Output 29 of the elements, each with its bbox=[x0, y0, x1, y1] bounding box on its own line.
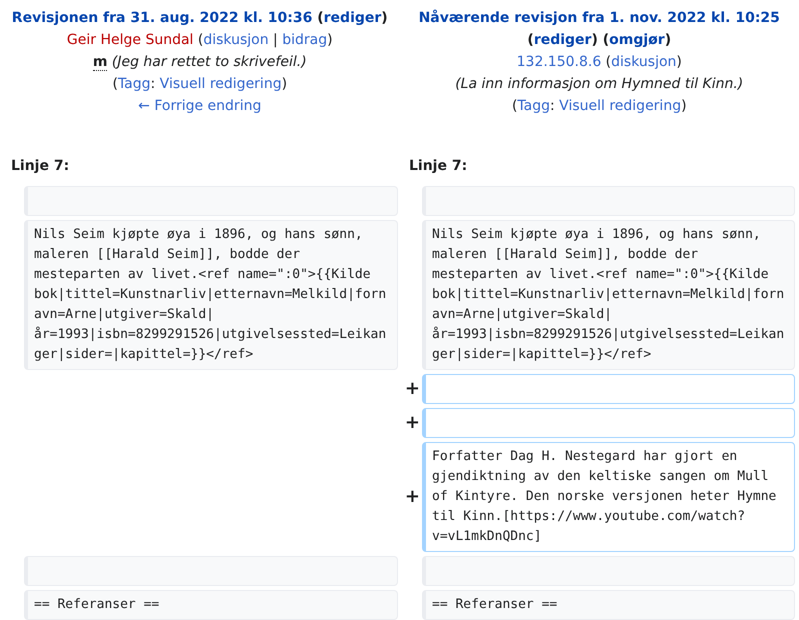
author-line: 132.150.8.6 (diskusjon) bbox=[516, 53, 682, 72]
line-number-heading: Linje 7: bbox=[409, 158, 468, 174]
page-link[interactable]: ← Forrige endring bbox=[138, 98, 262, 114]
minor-edit-mark: m bbox=[92, 54, 108, 71]
diff-marker: + bbox=[404, 487, 420, 507]
page-link[interactable]: diskusjon bbox=[203, 32, 269, 48]
page-link[interactable]: Visuell redigering bbox=[160, 76, 282, 92]
tag-line: (Tagg: Visuell redigering) bbox=[112, 75, 288, 94]
revision-heading: Nåværende revisjon fra 1. nov. 2022 kl. 10:25 (rediger) (omgjør) bbox=[418, 8, 781, 50]
page-link[interactable]: Nåværende revisjon fra 1. nov. 2022 kl. 10:25 bbox=[418, 10, 780, 26]
diff-marker: + bbox=[404, 413, 420, 433]
page-link[interactable]: diskusjon bbox=[611, 54, 676, 70]
page-link[interactable]: Tagg bbox=[517, 98, 550, 114]
missing-page-link[interactable]: Geir Helge Sundal bbox=[66, 32, 194, 48]
page-link[interactable]: 132.150.8.6 bbox=[516, 54, 602, 70]
page-link[interactable]: omgjør bbox=[609, 32, 665, 48]
page-link[interactable]: Tagg bbox=[118, 76, 150, 92]
page-link[interactable]: Revisjonen fra 31. aug. 2022 kl. 10:36 bbox=[12, 10, 312, 26]
edit-summary: (La inn informasjon om Hymned til Kinn.) bbox=[455, 75, 744, 94]
page-link[interactable]: rediger bbox=[324, 10, 382, 26]
page-link[interactable]: rediger bbox=[534, 32, 592, 48]
page-link[interactable]: Visuell redigering bbox=[559, 98, 682, 114]
edit-summary: m (Jeg har rettet to skrivefeil.) bbox=[92, 53, 307, 73]
author-line: Geir Helge Sundal (diskusjon | bidrag) bbox=[66, 31, 333, 50]
tag-line: (Tagg: Visuell redigering) bbox=[512, 97, 687, 116]
page-link[interactable]: bidrag bbox=[282, 32, 328, 48]
diff-marker: + bbox=[404, 379, 420, 399]
line-number-heading: Linje 7: bbox=[11, 158, 70, 174]
revision-heading: Revisjonen fra 31. aug. 2022 kl. 10:36 (rediger) bbox=[12, 9, 388, 28]
